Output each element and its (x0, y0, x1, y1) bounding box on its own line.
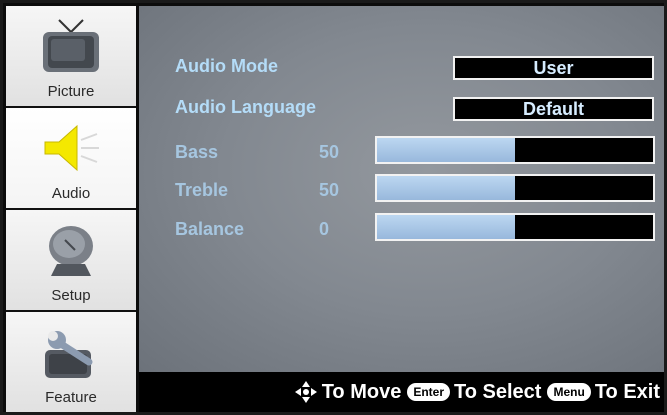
bass-value: 50 (319, 142, 340, 162)
treble-slider-fill (377, 176, 515, 200)
satellite-dish-icon (49, 226, 93, 276)
menu-key-badge: Menu (547, 383, 591, 401)
sidebar-item-setup[interactable]: Setup (6, 210, 136, 312)
treble-value: 50 (319, 180, 340, 200)
sidebar-item-label: Setup (51, 287, 91, 304)
audio-language-label: Audio Language (175, 97, 316, 117)
tv-osd-menu: Picture Audio Setup Feature Audio Mode U… (0, 0, 667, 415)
bass-slider[interactable] (375, 136, 655, 164)
balance-slider-fill (377, 215, 515, 239)
balance-value: 0 (319, 219, 330, 239)
menu-sidebar: Picture Audio Setup Feature (6, 6, 136, 412)
speaker-icon (44, 124, 99, 172)
audio-mode-select[interactable]: User (453, 56, 654, 80)
sidebar-item-label: Feature (45, 389, 97, 406)
treble-slider[interactable] (375, 174, 655, 202)
balance-label: Balance (175, 219, 245, 239)
audio-settings-panel: Audio Mode User Audio Language Default B… (139, 6, 664, 372)
sidebar-item-label: Audio (51, 185, 91, 202)
directional-arrows-icon (294, 381, 317, 403)
audio-language-select[interactable]: Default (453, 97, 654, 121)
balance-slider[interactable] (375, 213, 655, 241)
move-hint: To Move (321, 380, 402, 403)
wrench-icon (45, 331, 93, 378)
enter-key-badge: Enter (407, 383, 451, 401)
exit-hint: To Exit (594, 380, 660, 403)
sidebar-item-feature[interactable]: Feature (6, 312, 136, 412)
help-bar: To Move Enter To Select Menu To Exit (139, 372, 664, 412)
audio-mode-label: Audio Mode (175, 56, 278, 76)
bass-label: Bass (175, 142, 219, 162)
sidebar-item-label: Picture (47, 83, 95, 100)
sidebar-item-picture[interactable]: Picture (6, 6, 136, 108)
treble-label: Treble (175, 180, 229, 200)
bass-slider-fill (377, 138, 515, 162)
tv-icon (43, 19, 99, 72)
sidebar-item-audio[interactable]: Audio (6, 108, 136, 210)
select-hint: To Select (454, 380, 542, 403)
